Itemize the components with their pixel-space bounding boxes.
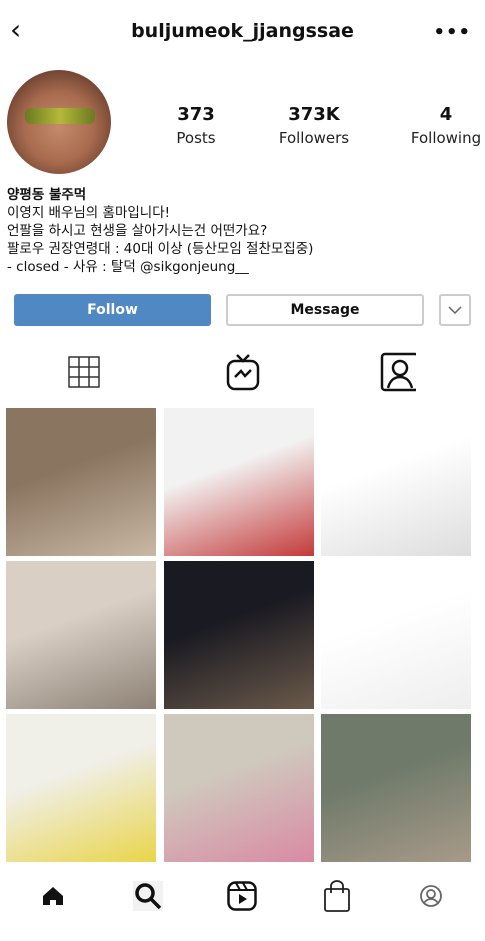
home-icon (43, 887, 63, 905)
suggestions-dropdown-button[interactable] (439, 294, 471, 326)
reels-icon (227, 881, 257, 911)
stat-following[interactable]: 4 Following (391, 104, 485, 147)
following-label: Following (410, 129, 482, 147)
post-thumbnail[interactable] (6, 561, 156, 709)
chevron-down-icon (448, 306, 462, 314)
post-thumbnail[interactable] (164, 561, 314, 709)
stat-followers[interactable]: 373K Followers (259, 104, 369, 147)
post-thumbnail[interactable] (321, 714, 471, 862)
tab-grid[interactable] (66, 352, 102, 392)
tab-igtv[interactable] (225, 352, 261, 392)
nav-shop[interactable] (317, 880, 357, 912)
tab-tagged[interactable] (380, 352, 416, 392)
nav-home[interactable] (33, 880, 73, 912)
post-thumbnail[interactable] (6, 408, 156, 556)
post-thumbnail[interactable] (6, 714, 156, 862)
sunglasses-graphic (25, 108, 95, 124)
message-button[interactable]: Message (226, 294, 424, 326)
grid-icon (68, 356, 100, 388)
bio-line: - closed - 사유 : 탈덕 @sikgonjeung__ (7, 259, 249, 275)
tagged-icon (380, 352, 416, 392)
bio-line: 팔로우 권장연령대 : 40대 이상 (등산모임 절찬모집중) (7, 241, 314, 257)
post-thumbnail[interactable] (321, 561, 471, 709)
bio-line: 이영지 배우님의 홈마입니다! (7, 205, 171, 221)
more-options-icon[interactable]: ••• (433, 22, 471, 43)
bio: 양평동 불주먹 이영지 배우님의 홈마입니다! 언팔을 하시고 현생을 살아가시… (7, 186, 313, 276)
username-title: buljumeok_jjangssae (131, 20, 354, 42)
nav-reels[interactable] (222, 880, 262, 912)
posts-count: 373 (177, 104, 215, 125)
display-name: 양평동 불주먹 (7, 187, 87, 203)
post-thumbnail[interactable] (321, 408, 471, 556)
post-thumbnail[interactable] (164, 714, 314, 862)
profile-icon (420, 885, 442, 907)
follow-button[interactable]: Follow (14, 294, 211, 326)
posts-label: Posts (176, 129, 216, 147)
followers-count: 373K (288, 104, 340, 125)
nav-search[interactable] (128, 880, 168, 912)
igtv-icon (226, 354, 260, 391)
avatar (7, 70, 111, 174)
bio-line: 언팔을 하시고 현생을 살아가시는건 어떤가요? (7, 223, 268, 239)
followers-label: Followers (278, 129, 350, 147)
following-count: 4 (439, 104, 453, 125)
search-icon (133, 881, 163, 911)
shop-icon (324, 880, 350, 912)
nav-profile[interactable] (411, 880, 451, 912)
stat-posts[interactable]: 373 Posts (141, 104, 251, 147)
post-thumbnail[interactable] (164, 408, 314, 556)
